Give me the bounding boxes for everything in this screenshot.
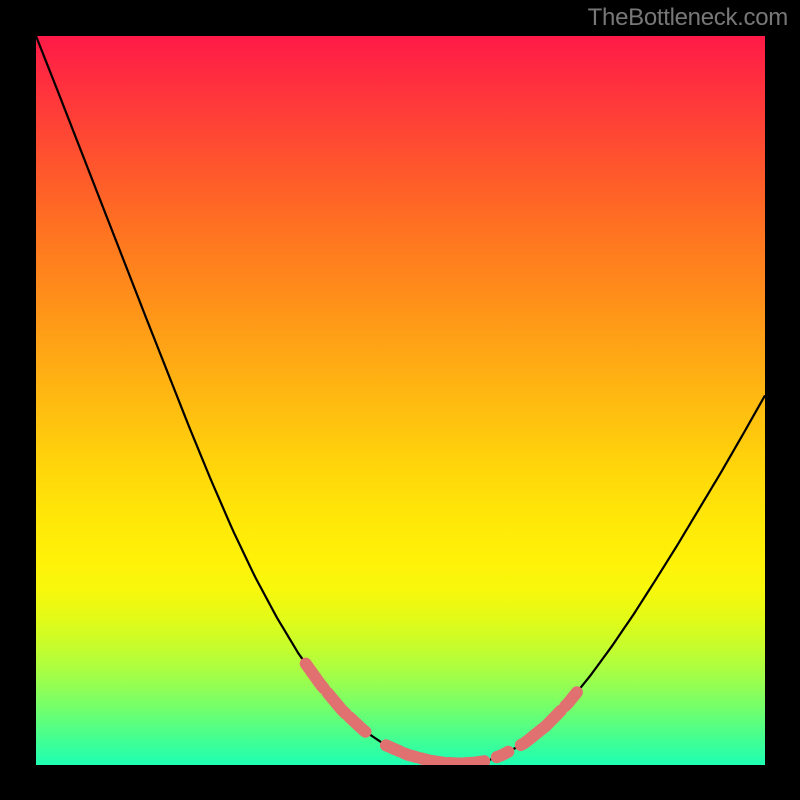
curve-marker — [521, 711, 561, 746]
curve-marker — [497, 752, 509, 757]
curve-marker — [349, 717, 365, 732]
curve-marker — [469, 761, 484, 763]
curve-marker — [306, 664, 324, 689]
watermark-text: TheBottleneck.com — [588, 4, 788, 32]
curve-svg — [36, 36, 765, 765]
curve-marker — [386, 745, 401, 751]
marker-group — [306, 664, 577, 764]
bottleneck-curve — [36, 36, 765, 763]
curve-marker — [328, 693, 346, 714]
curve-marker — [421, 758, 444, 763]
plot-area — [36, 36, 765, 765]
curve-marker — [565, 692, 577, 706]
curve-marker — [404, 753, 416, 757]
chart-container: TheBottleneck.com — [0, 0, 800, 800]
